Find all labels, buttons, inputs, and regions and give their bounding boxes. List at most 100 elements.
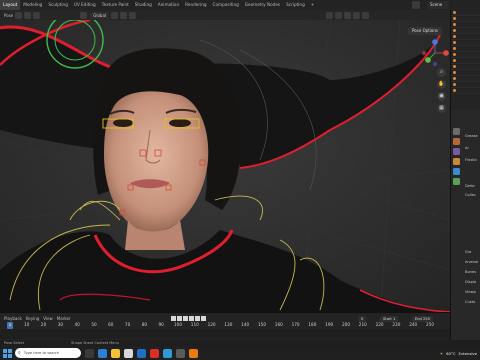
keying-menu[interactable]: Keying: [26, 316, 39, 321]
scene-tab-icon[interactable]: [453, 148, 460, 155]
prop-row-viewp[interactable]: Viewp: [465, 290, 476, 294]
move-icon[interactable]: [33, 11, 41, 19]
playhead[interactable]: 0: [7, 322, 13, 329]
view-menu-icon[interactable]: [15, 11, 23, 19]
workspace-tab[interactable]: Animation: [155, 0, 182, 10]
select-icon[interactable]: [24, 11, 32, 19]
timeline-tick-label: 30: [57, 322, 64, 327]
timeline-ruler[interactable]: 0 10 20 30 40 50 60 70 80 90 100 110 120 130 140 150 160…: [0, 322, 450, 329]
weather-icon: ☀: [439, 350, 444, 356]
transform-orientation-dropdown[interactable]: Global: [90, 11, 110, 19]
workspace-tab[interactable]: Layout: [0, 0, 21, 10]
prop-row-custo[interactable]: Custo: [465, 300, 475, 304]
edge-icon[interactable]: [98, 348, 107, 358]
workspace-tab[interactable]: Geometry Nodes: [242, 0, 283, 10]
tool-tab-icon[interactable]: [453, 128, 460, 135]
windows-start-icon[interactable]: [3, 348, 12, 358]
workspace-tab[interactable]: UV Editing: [71, 0, 99, 10]
timeline-tick-label: 250: [426, 322, 434, 327]
prop-row-grease[interactable]: Grease: [465, 134, 478, 138]
prev-key-icon[interactable]: [177, 315, 182, 321]
prop-row-displa[interactable]: Displa: [465, 280, 476, 284]
app-icon[interactable]: [163, 348, 172, 358]
workspace-tab[interactable]: Shading: [132, 0, 155, 10]
scene-selector[interactable]: Scene: [427, 1, 449, 9]
weather-text[interactable]: Extensive: [459, 351, 478, 356]
timeline-tick-label: 180: [308, 322, 317, 327]
timeline-tick-label: 50: [91, 322, 97, 327]
prop-row-inverse[interactable]: Inverse: [465, 260, 478, 264]
mode-selector[interactable]: Pose: [4, 13, 13, 18]
store-icon[interactable]: [124, 348, 133, 358]
prop-row-bones[interactable]: Bones: [465, 270, 476, 274]
app-icon-2[interactable]: [176, 348, 185, 358]
workspace-tab-bar: Layout Modeling Sculpting UV Editing Texture…: [0, 0, 480, 10]
3d-viewport[interactable]: Pose Options ⌕ ✋ ▣ ▦: [0, 20, 450, 320]
prop-row-ar[interactable]: Ar: [465, 146, 469, 150]
timeline-tick-label: 80: [141, 322, 148, 327]
xray-icon[interactable]: [335, 11, 343, 19]
gizmo-y-axis[interactable]: [425, 57, 431, 63]
workspace-tab[interactable]: Compositing: [210, 0, 242, 10]
gizmo-x-axis[interactable]: [443, 50, 449, 56]
timeline: Playback Keying View Marker 0 Start 1 En…: [0, 312, 450, 340]
timeline-tick-label: 110: [190, 322, 199, 327]
navigation-gizmo[interactable]: [420, 38, 450, 68]
modifier-tab-icon[interactable]: [453, 168, 460, 175]
pose-options-dropdown[interactable]: Pose Options: [408, 27, 442, 35]
prop-row-collec[interactable]: Collec: [465, 193, 476, 197]
zoom-icon[interactable]: ⌕: [437, 68, 446, 77]
shading-render-icon[interactable]: [362, 11, 370, 19]
workspace-tab[interactable]: Rendering: [182, 0, 209, 10]
snap-icon[interactable]: [120, 11, 128, 19]
workspace-tab[interactable]: Modeling: [20, 0, 45, 10]
gizmo-z-axis[interactable]: [432, 39, 438, 45]
blender-icon[interactable]: [189, 348, 198, 358]
taskbar-search-box[interactable]: ⌕ Type here to search: [15, 348, 81, 358]
armature-data-tab-icon[interactable]: [453, 178, 460, 185]
shading-solid-icon[interactable]: [344, 11, 352, 19]
pivot-icon[interactable]: [111, 11, 119, 19]
outliner-row[interactable]: [451, 88, 480, 94]
prop-row-defor[interactable]: Defor: [465, 184, 475, 188]
camera-view-icon[interactable]: ▣: [437, 92, 446, 101]
timeline-tick-label: 10: [24, 322, 30, 327]
jump-end-icon[interactable]: [201, 315, 206, 321]
workspace-tab[interactable]: Scripting: [283, 0, 308, 10]
overlay-icon[interactable]: [326, 11, 334, 19]
marker-menu[interactable]: Marker: [57, 316, 71, 321]
mail-icon[interactable]: [137, 348, 146, 358]
jump-start-icon[interactable]: [171, 315, 176, 321]
timeline-tick-label: 240: [409, 322, 418, 327]
play-icon[interactable]: [189, 315, 194, 321]
weather-temp[interactable]: 60°C: [446, 351, 455, 356]
object-tab-icon[interactable]: [453, 158, 460, 165]
render-icon[interactable]: [412, 1, 420, 9]
status-left: Pose Select: [4, 341, 25, 345]
timeline-tick-label: 210: [358, 322, 367, 327]
render-tab-icon[interactable]: [453, 138, 460, 145]
view-menu[interactable]: View: [43, 316, 53, 321]
pan-hand-icon[interactable]: ✋: [437, 80, 446, 89]
timeline-track[interactable]: [0, 329, 450, 339]
workspace-tab[interactable]: Texture Paint: [99, 0, 132, 10]
proportional-edit-icon[interactable]: [129, 11, 137, 19]
play-reverse-icon[interactable]: [183, 315, 188, 321]
shading-material-icon[interactable]: [353, 11, 361, 19]
file-explorer-icon[interactable]: [111, 348, 120, 358]
workspace-tab[interactable]: +: [308, 0, 318, 10]
prop-row-flexibl[interactable]: Flexibl: [465, 158, 477, 162]
chrome-icon[interactable]: [150, 348, 159, 358]
task-view-icon[interactable]: [85, 348, 94, 358]
os-taskbar: ⌕ Type here to search ☀ 60°C Extensive: [0, 346, 480, 360]
rotate-icon[interactable]: [80, 11, 88, 19]
next-key-icon[interactable]: [195, 315, 200, 321]
timeline-tick-label: 230: [392, 322, 401, 327]
timeline-tick-label: 60: [108, 322, 114, 327]
workspace-tab[interactable]: Sculpting: [45, 0, 71, 10]
timeline-tick-label: 220: [375, 322, 384, 327]
playback-menu[interactable]: Playback: [4, 316, 22, 321]
perspective-toggle-icon[interactable]: ▦: [437, 104, 446, 113]
timeline-tick-label: 170: [291, 322, 300, 327]
prop-row-gro[interactable]: Gro: [465, 250, 471, 254]
